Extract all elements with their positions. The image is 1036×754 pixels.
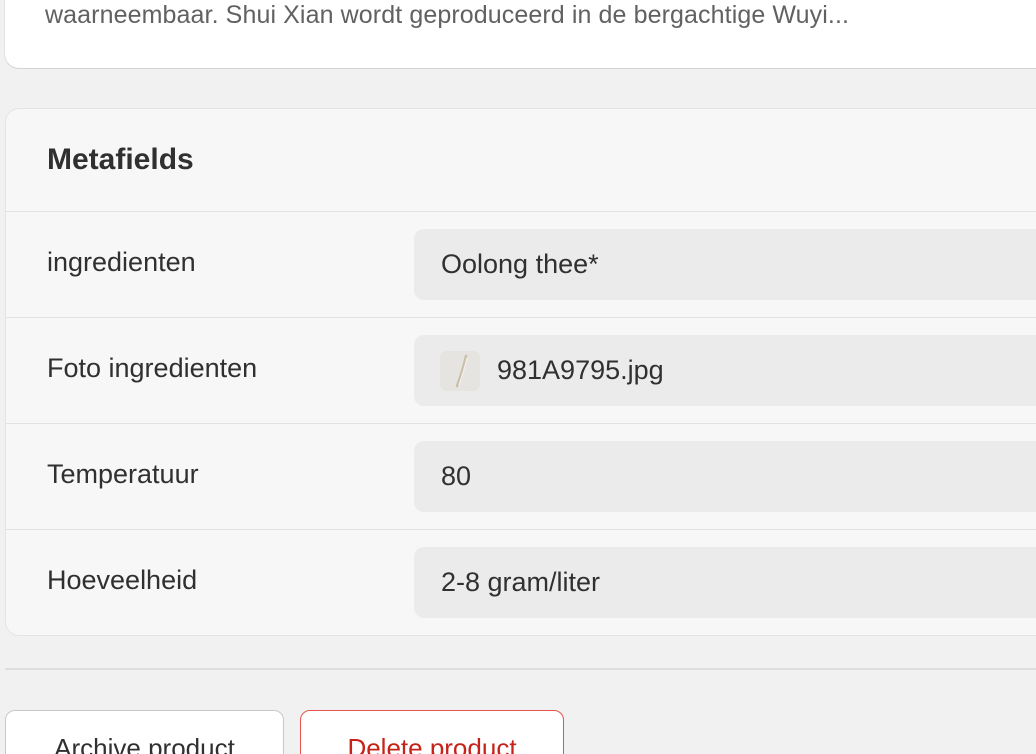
section-divider [5,668,1036,670]
metafield-row-temperatuur: Temperatuur 80 [6,423,1036,529]
product-page: waarneembaar. Shui Xian wordt geproducee… [0,0,1036,754]
metafield-label: Hoeveelheid [47,565,198,595]
metafield-input-foto-ingredienten[interactable]: 981A9795.jpg [414,335,1036,406]
metafield-label: Foto ingredienten [47,353,258,383]
metafield-input-hoeveelheid[interactable]: 2-8 gram/liter [414,547,1036,618]
metafields-card: Metafields ingredienten Oolong thee* Fot… [5,108,1036,636]
metafield-row-hoeveelheid: Hoeveelheid 2-8 gram/liter [6,529,1036,635]
metafields-title: Metafields [47,143,194,176]
metafield-row-foto-ingredienten: Foto ingredienten 981A9795.jpg [6,317,1036,423]
metafield-label: ingredienten [47,247,196,277]
description-card: waarneembaar. Shui Xian wordt geproducee… [5,0,1036,68]
metafield-value: 981A9795.jpg [497,355,664,385]
description-text: waarneembaar. Shui Xian wordt geproducee… [45,1,850,29]
delete-product-button[interactable]: Delete product [300,710,564,754]
metafield-value: Oolong thee* [441,249,599,279]
image-thumbnail-icon [440,350,480,391]
metafield-value: 2-8 gram/liter [441,567,601,597]
metafield-input-ingredienten[interactable]: Oolong thee* [414,229,1036,300]
metafield-label: Temperatuur [47,459,199,489]
metafield-input-temperatuur[interactable]: 80 [414,441,1036,512]
archive-product-button[interactable]: Archive product [5,710,284,754]
metafield-value: 80 [441,461,472,491]
metafield-row-ingredienten: ingredienten Oolong thee* [6,211,1036,317]
